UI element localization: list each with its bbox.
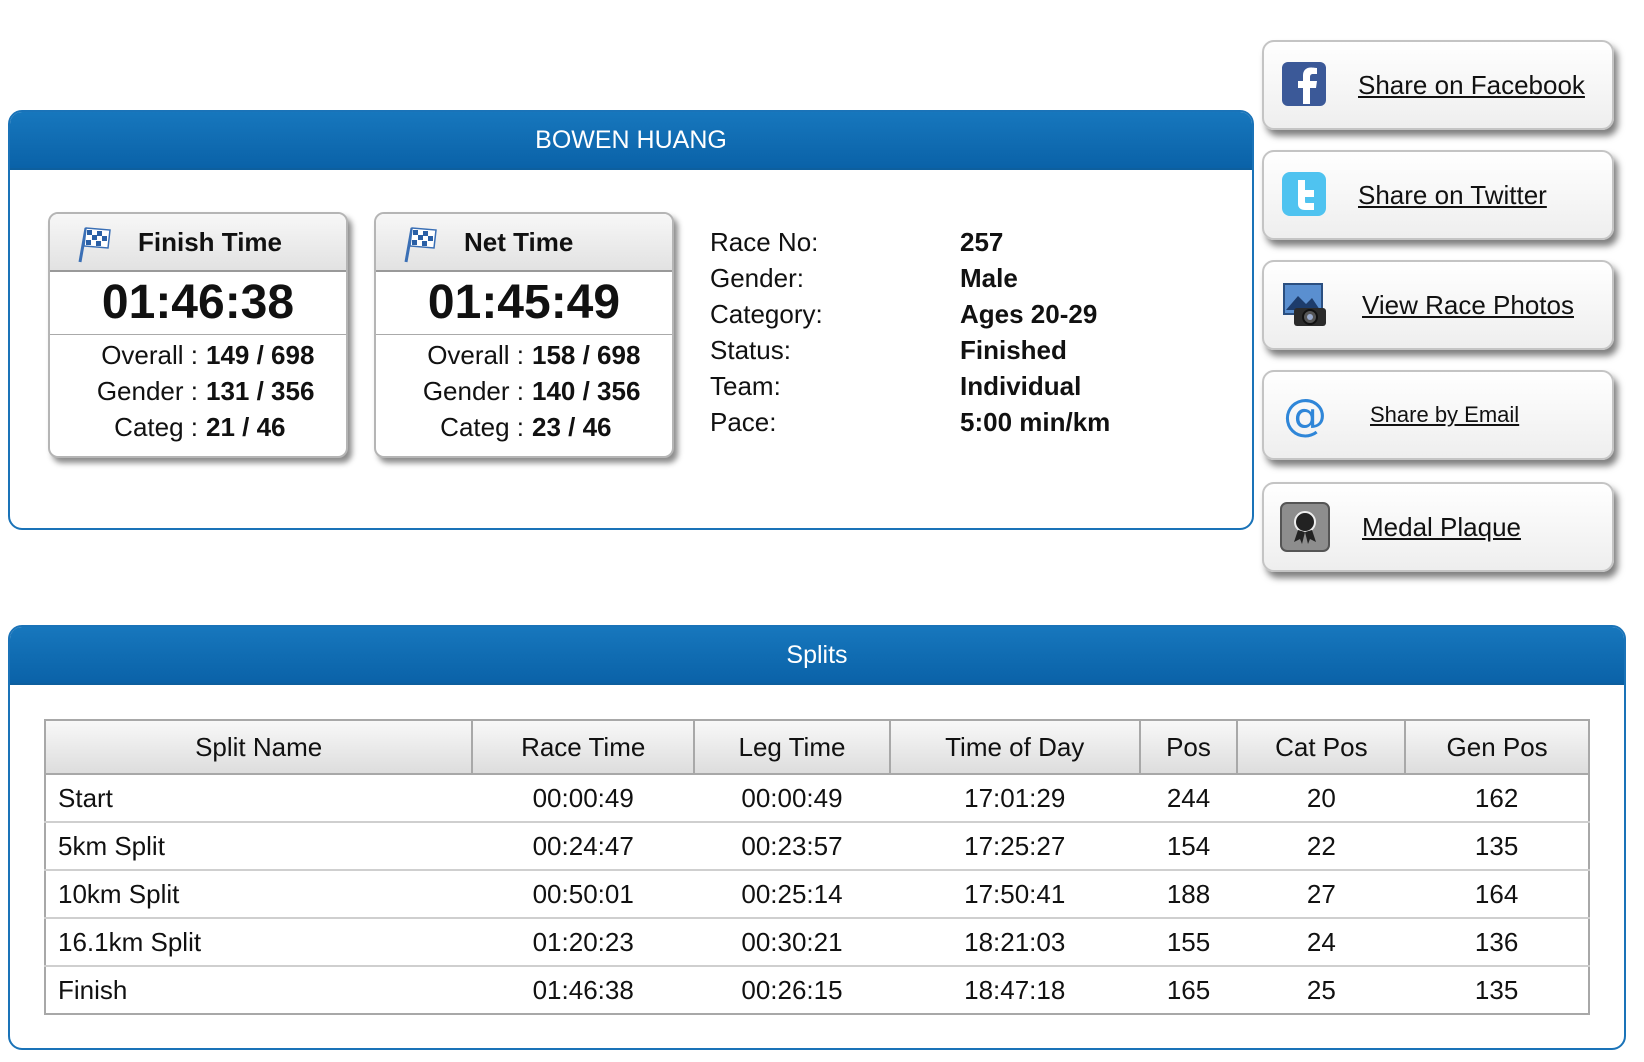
leg-time: 00:00:49 — [694, 773, 890, 823]
race-time: 00:50:01 — [472, 869, 695, 919]
share-email-button[interactable]: @ Share by Email — [1262, 370, 1614, 460]
info-category: Category: Ages 20-29 — [710, 299, 1098, 329]
time-of-day: 17:50:41 — [889, 869, 1140, 919]
split-name: Start — [43, 773, 473, 823]
pos: 244 — [1139, 773, 1238, 823]
categ-rank: 23 / 46 — [532, 412, 612, 442]
info-race-no: Race No: 257 — [710, 227, 1004, 257]
leg-time: 00:30:21 — [694, 917, 890, 967]
medal-icon — [1280, 502, 1330, 552]
overall-label: Overall : — [101, 340, 198, 370]
splits-header-row: Split Name Race Time Leg Time Time of Da… — [43, 719, 1590, 775]
column-header-gen-pos: Gen Pos — [1404, 719, 1590, 775]
info-status: Status: Finished — [710, 335, 1067, 365]
table-row: 5km Split 00:24:47 00:23:57 17:25:27 154… — [43, 821, 1590, 871]
overall-label: Overall : — [427, 340, 524, 370]
share-twitter-label[interactable]: Share on Twitter — [1358, 152, 1547, 238]
time-of-day: 18:21:03 — [889, 917, 1140, 967]
share-facebook-button[interactable]: Share on Facebook — [1262, 40, 1614, 130]
share-facebook-label[interactable]: Share on Facebook — [1358, 42, 1585, 128]
split-name: Finish — [43, 965, 473, 1015]
finish-time-card: Finish Time 01:46:38 Overall :149 / 698 … — [48, 212, 348, 458]
twitter-icon — [1282, 172, 1326, 216]
info-pace: Pace: 5:00 min/km — [710, 407, 1111, 437]
view-race-photos-button[interactable]: View Race Photos — [1262, 260, 1614, 350]
gen-pos: 164 — [1405, 869, 1590, 919]
time-of-day: 18:47:18 — [889, 965, 1140, 1015]
cat-pos: 20 — [1237, 773, 1406, 823]
checkered-flag-icon — [404, 227, 437, 263]
categ-rank: 21 / 46 — [206, 412, 286, 442]
cat-pos: 25 — [1237, 965, 1406, 1015]
facebook-icon — [1282, 62, 1326, 106]
view-race-photos-label[interactable]: View Race Photos — [1362, 262, 1574, 348]
splits-panel: Splits Split Name Race Time Leg Time Tim… — [8, 625, 1626, 1050]
athlete-name: BOWEN HUANG — [10, 112, 1252, 170]
gender-rank: 131 / 356 — [206, 376, 315, 406]
leg-time: 00:23:57 — [694, 821, 890, 871]
split-name: 16.1km Split — [43, 917, 473, 967]
email-icon: @ — [1283, 390, 1327, 440]
gen-pos: 135 — [1405, 821, 1590, 871]
categ-label: Categ : — [114, 412, 198, 442]
share-email-label[interactable]: Share by Email — [1370, 372, 1519, 458]
overall-rank: 158 / 698 — [532, 340, 641, 370]
split-name: 5km Split — [43, 821, 473, 871]
column-header-cat-pos: Cat Pos — [1236, 719, 1407, 775]
gender-label: Gender : — [96, 376, 198, 406]
gen-pos: 162 — [1405, 773, 1590, 823]
pos: 154 — [1139, 821, 1238, 871]
cat-pos: 22 — [1237, 821, 1406, 871]
athlete-panel: BOWEN HUANG Finish Time 01:46:38 Overall… — [8, 110, 1254, 530]
medal-plaque-button[interactable]: Medal Plaque — [1262, 482, 1614, 572]
overall-rank: 149 / 698 — [206, 340, 315, 370]
checkered-flag-icon — [78, 227, 111, 263]
column-header-time-of-day: Time of Day — [888, 719, 1141, 775]
splits-title: Splits — [10, 627, 1624, 685]
time-of-day: 17:01:29 — [889, 773, 1140, 823]
leg-time: 00:25:14 — [694, 869, 890, 919]
leg-time: 00:26:15 — [694, 965, 890, 1015]
share-twitter-button[interactable]: Share on Twitter — [1262, 150, 1614, 240]
net-time-card: Net Time 01:45:49 Overall : 158 / 698 Gen… — [374, 212, 674, 458]
pos: 188 — [1139, 869, 1238, 919]
camera-icon — [1283, 283, 1326, 326]
pos: 165 — [1139, 965, 1238, 1015]
time-of-day: 17:25:27 — [889, 821, 1140, 871]
split-name: 10km Split — [43, 869, 473, 919]
net-time-value: 01:45:49 — [376, 272, 672, 335]
race-time: 00:00:49 — [472, 773, 695, 823]
medal-plaque-label[interactable]: Medal Plaque — [1362, 484, 1521, 570]
gender-rank: 140 / 356 — [532, 376, 641, 406]
net-time-title: Net Time — [464, 227, 574, 257]
categ-label: Categ : — [440, 412, 524, 442]
pos: 155 — [1139, 917, 1238, 967]
info-team: Team: Individual — [710, 371, 1082, 401]
column-header-pos: Pos — [1138, 719, 1239, 775]
race-time: 01:20:23 — [472, 917, 695, 967]
athlete-info: Race No: 257 Gender: Male Category: Ages 20… — [710, 224, 1190, 440]
gender-label: Gender : — [422, 376, 524, 406]
finish-time-value: 01:46:38 — [50, 272, 346, 335]
race-time: 01:46:38 — [472, 965, 695, 1015]
column-header-split-name: Split Name — [43, 719, 474, 775]
gen-pos: 135 — [1405, 965, 1590, 1015]
info-gender: Gender: Male — [710, 263, 1018, 293]
splits-table: Split Name Race Time Leg Time Time of Da… — [43, 719, 1590, 1015]
cat-pos: 27 — [1237, 869, 1406, 919]
gen-pos: 136 — [1405, 917, 1590, 967]
table-row: 10km Split 00:50:01 00:25:14 17:50:41 18… — [43, 869, 1590, 919]
table-row: Start 00:00:49 00:00:49 17:01:29 244 20 … — [43, 773, 1590, 823]
column-header-leg-time: Leg Time — [693, 719, 891, 775]
table-row: 16.1km Split 01:20:23 00:30:21 18:21:03 … — [43, 917, 1590, 967]
race-time: 00:24:47 — [472, 821, 695, 871]
column-header-race-time: Race Time — [471, 719, 696, 775]
table-row: Finish 01:46:38 00:26:15 18:47:18 165 25… — [43, 965, 1590, 1015]
svg-text:@: @ — [1283, 390, 1327, 440]
finish-time-title: Finish Time — [138, 227, 282, 257]
cat-pos: 24 — [1237, 917, 1406, 967]
